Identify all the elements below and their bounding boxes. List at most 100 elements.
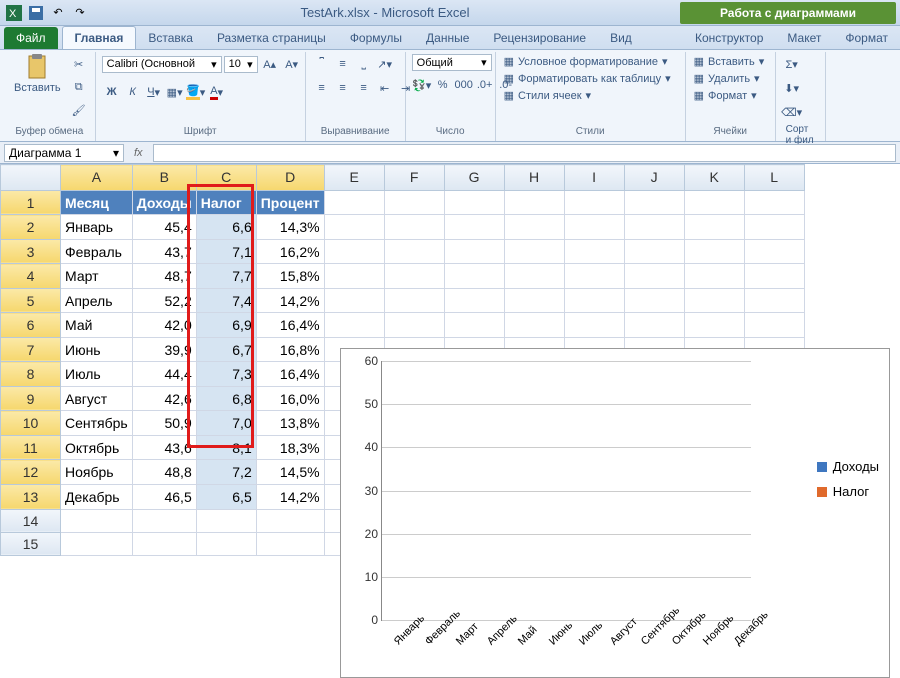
cell-B6[interactable]: 42,0 xyxy=(132,313,196,338)
underline-button[interactable]: Ч▾ xyxy=(144,82,164,102)
align-bottom-icon[interactable]: ⎵ xyxy=(354,54,374,74)
insert-cells-button[interactable]: ▦Вставить▾ xyxy=(692,54,767,69)
cell-K1[interactable] xyxy=(684,190,744,215)
col-header-D[interactable]: D xyxy=(256,165,324,191)
cell-B7[interactable]: 39,9 xyxy=(132,337,196,362)
cell-L2[interactable] xyxy=(744,215,804,240)
tab-review[interactable]: Рецензирование xyxy=(481,27,598,49)
cell-C9[interactable]: 6,8 xyxy=(196,386,256,411)
font-color-button[interactable]: A▾ xyxy=(207,82,227,102)
cell-A6[interactable]: Май xyxy=(61,313,133,338)
cell-G3[interactable] xyxy=(444,239,504,264)
cell-D7[interactable]: 16,8% xyxy=(256,337,324,362)
col-header-C[interactable]: C xyxy=(196,165,256,191)
cell-E4[interactable] xyxy=(324,264,384,289)
paste-button[interactable]: Вставить xyxy=(10,54,65,96)
cell-L5[interactable] xyxy=(744,288,804,313)
row-header-9[interactable]: 9 xyxy=(1,386,61,411)
cell-F4[interactable] xyxy=(384,264,444,289)
cell-C14[interactable] xyxy=(196,509,256,532)
align-middle-icon[interactable]: ≡ xyxy=(333,54,353,74)
cell-C12[interactable]: 7,2 xyxy=(196,460,256,485)
align-center-icon[interactable]: ≡ xyxy=(333,78,353,98)
row-header-4[interactable]: 4 xyxy=(1,264,61,289)
cell-K4[interactable] xyxy=(684,264,744,289)
cell-H6[interactable] xyxy=(504,313,564,338)
cell-A14[interactable] xyxy=(61,509,133,532)
cell-F2[interactable] xyxy=(384,215,444,240)
tab-page-layout[interactable]: Разметка страницы xyxy=(205,27,338,49)
formula-input[interactable] xyxy=(153,144,896,162)
tab-chart-layout[interactable]: Макет xyxy=(775,27,833,49)
name-box[interactable]: Диаграмма 1▾ xyxy=(4,144,124,162)
cell-D11[interactable]: 18,3% xyxy=(256,435,324,460)
cell-B10[interactable]: 50,9 xyxy=(132,411,196,436)
cell-C10[interactable]: 7,0 xyxy=(196,411,256,436)
cell-E2[interactable] xyxy=(324,215,384,240)
cell-F1[interactable] xyxy=(384,190,444,215)
cell-K3[interactable] xyxy=(684,239,744,264)
cell-D8[interactable]: 16,4% xyxy=(256,362,324,387)
row-header-10[interactable]: 10 xyxy=(1,411,61,436)
cell-B8[interactable]: 44,4 xyxy=(132,362,196,387)
cell-A12[interactable]: Ноябрь xyxy=(61,460,133,485)
cell-F3[interactable] xyxy=(384,239,444,264)
cell-I3[interactable] xyxy=(564,239,624,264)
cell-A11[interactable]: Октябрь xyxy=(61,435,133,460)
redo-icon[interactable]: ↷ xyxy=(70,3,90,23)
align-right-icon[interactable]: ≡ xyxy=(354,78,374,98)
cell-H2[interactable] xyxy=(504,215,564,240)
cell-K5[interactable] xyxy=(684,288,744,313)
comma-icon[interactable]: 000 xyxy=(454,75,474,95)
cell-E3[interactable] xyxy=(324,239,384,264)
col-header-L[interactable]: L xyxy=(744,165,804,191)
format-as-table-button[interactable]: ▦Форматировать как таблицу▾ xyxy=(502,71,673,86)
cell-D15[interactable] xyxy=(256,532,324,555)
cell-B2[interactable]: 45,4 xyxy=(132,215,196,240)
format-painter-icon[interactable]: 🖌 xyxy=(69,100,89,120)
cell-A15[interactable] xyxy=(61,532,133,555)
row-header-5[interactable]: 5 xyxy=(1,288,61,313)
cell-A9[interactable]: Август xyxy=(61,386,133,411)
cell-H5[interactable] xyxy=(504,288,564,313)
cell-D4[interactable]: 15,8% xyxy=(256,264,324,289)
col-header-E[interactable]: E xyxy=(324,165,384,191)
tab-formulas[interactable]: Формулы xyxy=(338,27,414,49)
tab-home[interactable]: Главная xyxy=(62,26,137,49)
col-header-B[interactable]: B xyxy=(132,165,196,191)
cell-B12[interactable]: 48,8 xyxy=(132,460,196,485)
cut-icon[interactable]: ✂ xyxy=(69,54,89,74)
cell-B5[interactable]: 52,2 xyxy=(132,288,196,313)
cell-J3[interactable] xyxy=(624,239,684,264)
copy-icon[interactable]: ⧉ xyxy=(69,77,89,97)
fill-color-button[interactable]: 🪣▾ xyxy=(186,82,206,102)
cell-B15[interactable] xyxy=(132,532,196,555)
cell-D1[interactable]: Процент xyxy=(256,190,324,215)
cell-D6[interactable]: 16,4% xyxy=(256,313,324,338)
cell-I2[interactable] xyxy=(564,215,624,240)
currency-icon[interactable]: 💱▾ xyxy=(412,75,432,95)
col-header-J[interactable]: J xyxy=(624,165,684,191)
cell-C4[interactable]: 7,7 xyxy=(196,264,256,289)
cell-B11[interactable]: 43,6 xyxy=(132,435,196,460)
cell-L6[interactable] xyxy=(744,313,804,338)
tab-file[interactable]: Файл xyxy=(4,27,58,49)
cell-C7[interactable]: 6,7 xyxy=(196,337,256,362)
cell-F5[interactable] xyxy=(384,288,444,313)
row-header-8[interactable]: 8 xyxy=(1,362,61,387)
cell-C2[interactable]: 6,6 xyxy=(196,215,256,240)
cell-A4[interactable]: Март xyxy=(61,264,133,289)
row-header-7[interactable]: 7 xyxy=(1,337,61,362)
row-header-12[interactable]: 12 xyxy=(1,460,61,485)
cell-D14[interactable] xyxy=(256,509,324,532)
cell-K6[interactable] xyxy=(684,313,744,338)
cell-B9[interactable]: 42,6 xyxy=(132,386,196,411)
cell-A13[interactable]: Декабрь xyxy=(61,484,133,509)
border-button[interactable]: ▦▾ xyxy=(165,82,185,102)
excel-icon[interactable]: X xyxy=(4,3,24,23)
undo-icon[interactable]: ↶ xyxy=(48,3,68,23)
cell-E1[interactable] xyxy=(324,190,384,215)
cell-B3[interactable]: 43,7 xyxy=(132,239,196,264)
cell-C6[interactable]: 6,9 xyxy=(196,313,256,338)
cell-A5[interactable]: Апрель xyxy=(61,288,133,313)
